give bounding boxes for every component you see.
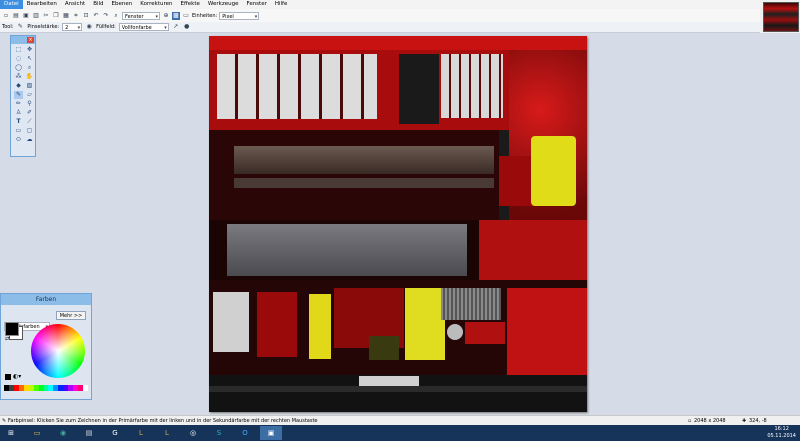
color-palette[interactable] [4,385,88,391]
new-file-icon[interactable]: ▫ [2,12,10,20]
antialias-icon[interactable]: ◉ [85,23,93,31]
clone-stamp-tool-icon[interactable]: ♙ [14,109,23,117]
tools-close-icon[interactable]: × [27,37,34,43]
palette-swatch[interactable] [83,385,88,391]
undo-icon[interactable]: ↶ [92,12,100,20]
tools-window: × ⬚ ✥ ◌ ↖ ◯ ⌕ ⁂ ✋ ◆ ▧ ✎ ▱ ✏ ⚲ ♙ ✐ T ⟋ ▭ … [10,35,36,157]
menu-fenster[interactable]: Fenster [242,0,270,9]
ellipse-tool-icon[interactable]: ⬭ [14,136,23,144]
menu-datei[interactable]: Datei [0,0,23,9]
recolor-tool-icon[interactable]: ✐ [25,109,34,117]
zoom-select[interactable]: Fenster [122,11,160,21]
blend-mode-icon[interactable]: ↗ [172,23,180,31]
notepad-icon[interactable]: ▤ [78,426,100,440]
freeform-shape-tool-icon[interactable]: ☁ [25,136,34,144]
menu-werkzeuge[interactable]: Werkzeuge [204,0,243,9]
taskbar: ⊞ ▭ ◉ ▤ G L L ◎ S O ▣ 16:12 05.11.2014 [0,425,800,441]
lol-client-icon[interactable]: L [156,426,178,440]
colors-window-title[interactable]: Farben [1,294,91,305]
rounded-rect-tool-icon[interactable]: ▢ [25,127,34,135]
color-wheel[interactable] [31,324,85,378]
gradient-tool-icon[interactable]: ▧ [25,82,34,90]
menu-korrekturen[interactable]: Korrekturen [136,0,176,9]
rect-select-tool-icon[interactable]: ⬚ [14,46,23,54]
save-icon[interactable]: ▣ [22,12,30,20]
menu-effekte[interactable]: Effekte [177,0,204,9]
fill-select[interactable]: Vollfonfarbe [118,23,169,32]
tool-options-bar: Tool: ✎ Pinselstärke: 2 ◉ Füllfeld: Voll… [0,22,760,33]
color-picker-tool-icon[interactable]: ⚲ [25,100,34,108]
zoom-tool-icon[interactable]: ⌕ [25,64,34,72]
image-thumbnail[interactable] [760,0,800,33]
chrome-icon[interactable]: ◉ [52,426,74,440]
zoom-in-icon[interactable]: ⊕ [162,12,170,20]
menu-hilfe[interactable]: Hilfe [271,0,292,9]
tool-label: Tool: [2,24,14,30]
thumbnail-image [763,2,799,32]
move-selection-tool-icon[interactable]: ✥ [25,46,34,54]
primary-color-swatch[interactable] [5,322,19,336]
menu-ansicht[interactable]: Ansicht [61,0,89,9]
alpha-blend-icon[interactable]: ● [183,23,191,31]
clock-time: 16:12 [774,426,789,432]
outlook-icon[interactable]: O [234,426,256,440]
logitech-icon[interactable]: G [104,426,126,440]
paintbrush-tool-icon[interactable]: ✎ [14,91,23,99]
skype-icon[interactable]: S [208,426,230,440]
zoom-icon[interactable]: ⌕ [112,12,120,20]
rectangle-shape-tool-icon[interactable]: ▭ [14,127,23,135]
main-toolbar: ▫ ▤ ▣ ▥ ✂ ❐ ▦ ⌗ ⊡ ↶ ↷ ⌕ Fenster ⊕ ▩ ▭ Ei… [0,9,760,22]
ruler-icon[interactable]: ▭ [182,12,190,20]
explorer-icon[interactable]: ▭ [26,426,48,440]
line-tool-icon[interactable]: ⟋ [25,118,34,126]
image-canvas[interactable] [209,36,587,412]
fill-label: Füllfeld: [96,24,116,30]
deselect-icon[interactable]: ⊡ [82,12,90,20]
menu-bar: Datei Bearbeiten Ansicht Bild Ebenen Kor… [0,0,760,9]
swap-colors-icon[interactable]: ⇄ [5,336,9,342]
crop-icon[interactable]: ⌗ [72,12,80,20]
copy-icon[interactable]: ❐ [52,12,60,20]
menu-bearbeiten[interactable]: Bearbeiten [23,0,61,9]
text-tool-icon[interactable]: T [14,118,23,126]
lol-icon[interactable]: L [130,426,152,440]
clock-date: 05.11.2014 [767,433,796,439]
paint-bucket-tool-icon[interactable]: ◆ [14,82,23,90]
print-icon[interactable]: ▥ [32,12,40,20]
palette-menu-icon[interactable]: ◐▾ [13,373,21,380]
windows-start-icon[interactable]: ⊞ [0,426,22,440]
menu-ebenen[interactable]: Ebenen [108,0,137,9]
lasso-tool-icon[interactable]: ◌ [14,55,23,63]
redo-icon[interactable]: ↷ [102,12,110,20]
tools-window-titlebar[interactable]: × [11,36,35,44]
pencil-tool-icon[interactable]: ✏ [14,100,23,108]
open-file-icon[interactable]: ▤ [12,12,20,20]
steam-icon[interactable]: ◎ [182,426,204,440]
palette-black-icon[interactable] [5,374,11,380]
paintbrush-tool-icon[interactable]: ✎ [16,23,24,31]
eraser-tool-icon[interactable]: ▱ [25,91,34,99]
brush-width-select[interactable]: 2 [62,23,83,32]
system-clock[interactable]: 16:12 05.11.2014 [767,426,796,440]
units-label: Einheiten: [192,12,218,19]
brush-width-label: Pinselstärke: [27,24,60,30]
pan-tool-icon[interactable]: ✋ [25,73,34,81]
units-select[interactable]: Pixel [219,11,260,21]
paint-net-icon[interactable]: ▣ [260,426,282,440]
paste-icon[interactable]: ▦ [62,12,70,20]
cut-icon[interactable]: ✂ [42,12,50,20]
menu-bild[interactable]: Bild [89,0,107,9]
move-selected-tool-icon[interactable]: ↖ [25,55,34,63]
ellipse-select-tool-icon[interactable]: ◯ [14,64,23,72]
colors-window: Farben Primärfarben Mehr >> ⇄ ◐▾ [0,293,92,400]
tools-grid: ⬚ ✥ ◌ ↖ ◯ ⌕ ⁂ ✋ ◆ ▧ ✎ ▱ ✏ ⚲ ♙ ✐ T ⟋ ▭ ▢ … [11,44,35,146]
grid-icon[interactable]: ▩ [172,11,180,20]
magic-wand-tool-icon[interactable]: ⁂ [14,73,23,81]
more-colors-button[interactable]: Mehr >> [56,311,86,320]
